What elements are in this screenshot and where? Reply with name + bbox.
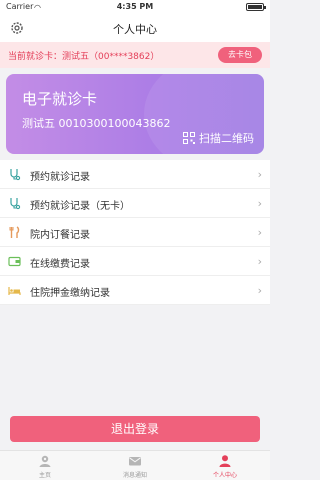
menu-item-inpatient-deposit[interactable]: 住院押金缴纳记录 ›	[0, 276, 270, 305]
stethoscope-icon	[10, 169, 21, 181]
tab-messages[interactable]: 消息通知	[90, 451, 180, 480]
medical-card[interactable]: 电子就诊卡 测试五 0010300100043862 扫描二维码	[6, 74, 264, 154]
menu-item-label: 院内订餐记录	[30, 230, 90, 241]
menu-item-appointment-records-no-card[interactable]: 预约就诊记录（无卡） ›	[0, 189, 270, 218]
record-menu: 预约就诊记录 › 预约就诊记录（无卡） › 院内订餐记录 › 在线缴费记录 ›	[0, 160, 270, 305]
scan-qr-button[interactable]: 扫描二维码	[183, 130, 254, 146]
logout-button[interactable]: 退出登录	[10, 416, 260, 442]
menu-item-label: 在线缴费记录	[30, 259, 90, 270]
chevron-right-icon: ›	[257, 226, 262, 239]
current-card-banner: 当前就诊卡：测试五（00****3862） 去卡包	[0, 42, 270, 68]
battery-icon	[246, 3, 266, 11]
tab-label: 个人中心	[212, 472, 237, 479]
chevron-right-icon: ›	[257, 255, 262, 268]
current-card-label: 当前就诊卡：测试五（00****3862）	[8, 52, 160, 62]
menu-item-label: 住院押金缴纳记录	[30, 288, 110, 299]
tab-label: 消息通知	[122, 472, 147, 479]
menu-item-label: 预约就诊记录（无卡）	[30, 201, 130, 212]
cutlery-icon	[9, 226, 20, 238]
chevron-right-icon: ›	[257, 168, 262, 181]
hospital-bed-icon	[8, 287, 21, 295]
tab-bar: 主页 消息通知 个人中心	[0, 450, 270, 480]
envelope-icon	[129, 457, 141, 466]
clock: 4:35 PM	[116, 2, 154, 11]
card-holder-number: 测试五 0010300100043862	[22, 117, 171, 130]
status-bar: Carrier ◠ 4:35 PM	[0, 0, 270, 14]
menu-item-online-payments[interactable]: 在线缴费记录 ›	[0, 247, 270, 276]
wallet-icon	[8, 256, 21, 267]
qr-code-icon	[183, 132, 195, 144]
nav-bar: 个人中心	[0, 14, 270, 42]
home-icon	[39, 455, 51, 467]
chevron-right-icon: ›	[257, 197, 262, 210]
menu-item-appointment-records[interactable]: 预约就诊记录 ›	[0, 160, 270, 189]
menu-item-meal-orders[interactable]: 院内订餐记录 ›	[0, 218, 270, 247]
user-icon	[219, 455, 231, 467]
tab-profile[interactable]: 个人中心	[180, 451, 270, 480]
scan-qr-label: 扫描二维码	[199, 132, 254, 145]
stethoscope-icon	[10, 198, 21, 210]
tab-home[interactable]: 主页	[0, 451, 90, 480]
menu-item-label: 预约就诊记录	[30, 172, 90, 183]
page-title: 个人中心	[113, 23, 157, 36]
card-title: 电子就诊卡	[22, 90, 98, 108]
tab-label: 主页	[38, 472, 51, 479]
card-wallet-button[interactable]: 去卡包	[218, 47, 262, 63]
chevron-right-icon: ›	[257, 284, 262, 297]
